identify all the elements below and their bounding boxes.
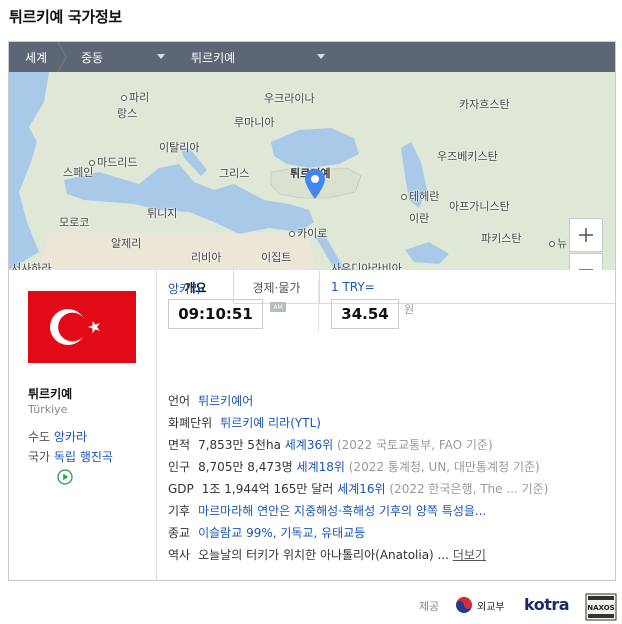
map-pin-icon	[305, 169, 325, 199]
naxos-logo[interactable]: NAXOS	[585, 593, 617, 621]
map-label-iran: 이란	[409, 212, 430, 225]
info-currency-value[interactable]: 튀르키예 리라(YTL)	[220, 416, 321, 430]
info-history-value: 오늘날의 터키가 위치한 아나톨리아(Anatolia) ...	[198, 548, 449, 562]
ampm-badge: AM	[270, 302, 286, 312]
info-area-value: 7,853만 5천ha	[198, 438, 281, 452]
map-label-italy: 이탈리아	[159, 141, 200, 154]
info-climate-label: 기후	[168, 504, 191, 518]
map-label-afghanistan: 아프가니스탄	[449, 200, 510, 213]
map-label-paris: 파리	[121, 89, 149, 105]
zoom-out-button[interactable]	[569, 253, 603, 270]
info-population-source: (2022 통계청, UN, 대만통계청 기준)	[348, 460, 540, 474]
info-gdp-label: GDP	[168, 482, 194, 496]
exchange-rate-value: 34.54	[331, 299, 399, 329]
map-label-tunisia: 튀니지	[147, 207, 178, 220]
exchange-rate-unit: 원	[404, 303, 415, 316]
taegeuk-icon	[456, 597, 472, 613]
map-label-libya: 리비아	[191, 251, 222, 264]
country-summary: 튀르키예 Türkiye 수도 앙카라 국가 독립 행진곡	[9, 270, 157, 580]
kotra-logo[interactable]: kotra	[524, 595, 570, 614]
local-time-city[interactable]: 앙카라	[168, 280, 201, 297]
map-label-saudi: 사우디아라비아	[331, 262, 402, 270]
map-label-greece: 그리스	[219, 167, 250, 180]
local-time: 09:10:51	[168, 299, 263, 329]
breadcrumb-region-label: 중동	[81, 50, 104, 65]
chevron-right-icon	[57, 42, 67, 72]
country-name-en: Türkiye	[28, 403, 68, 416]
info-history: 역사 오늘날의 터키가 위치한 아나톨리아(Anatolia) ... 더보기	[168, 546, 486, 563]
info-population-label: 인구	[168, 460, 191, 474]
turkey-flag-icon	[28, 291, 136, 363]
exchange-rate-label[interactable]: 1 TRY=	[331, 280, 375, 294]
map-label-romania: 루마니아	[234, 116, 275, 129]
info-gdp-rank[interactable]: 세계16위	[337, 482, 385, 496]
info-gdp-value: 1조 1,944억 165만 달러	[201, 482, 334, 496]
map-label-algeria: 알제리	[111, 237, 142, 250]
map-label-madrid: 마드리드	[89, 154, 137, 170]
info-population: 인구 8,705만 8,473명 세계18위 (2022 통계청, UN, 대만통…	[168, 458, 540, 475]
info-currency-label: 화폐단위	[168, 416, 213, 430]
info-area-source: (2022 국토교통부, FAO 기준)	[336, 438, 493, 452]
country-name: 튀르키예	[28, 387, 73, 401]
more-link[interactable]: 더보기	[453, 548, 486, 562]
info-language-value[interactable]: 튀르키예어	[198, 394, 253, 408]
info-religion-value[interactable]: 이슬람교 99%, 기독교, 유태교등	[198, 526, 365, 540]
info-population-rank[interactable]: 세계18위	[297, 460, 345, 474]
play-icon[interactable]	[57, 469, 73, 485]
source-label: 제공	[419, 600, 440, 613]
map-label-france: 랑스	[117, 107, 138, 120]
info-area-rank[interactable]: 세계36위	[285, 438, 333, 452]
map-label-westernsahara: 서사하라	[11, 262, 52, 270]
map-label-newdelhi: 뉴	[549, 235, 567, 251]
map-label-pakistan: 파키스탄	[481, 232, 522, 245]
map-label-cairo: 카이로	[289, 225, 327, 241]
info-area: 면적 7,853만 5천ha 세계36위 (2022 국토교통부, FAO 기준)	[168, 436, 493, 453]
map-label-morocco: 모로코	[59, 216, 90, 229]
anthem-label: 국가	[28, 450, 51, 464]
map-label-tehran: 테헤란	[401, 188, 439, 204]
capital-row: 수도 앙카라	[28, 428, 87, 445]
map-label-uzbekistan: 우즈베키스탄	[437, 150, 498, 163]
minus-icon	[579, 269, 593, 270]
breadcrumb-country[interactable]: 튀르키예	[177, 42, 337, 72]
anthem-row: 국가 독립 행진곡	[28, 448, 113, 465]
map-label-spain: 스페인	[63, 166, 94, 179]
info-religion: 종교 이슬람교 99%, 기독교, 유태교등	[168, 524, 365, 541]
info-area-label: 면적	[168, 438, 191, 452]
page-title: 튀르키예 국가정보	[9, 8, 122, 26]
info-language: 언어 튀르키예어	[168, 392, 253, 409]
info-population-value: 8,705만 8,473명	[198, 460, 293, 474]
info-gdp-source[interactable]: (2022 한국은행, The ...	[389, 482, 517, 496]
zoom-in-button[interactable]	[569, 218, 603, 252]
breadcrumb-world[interactable]: 세계	[9, 42, 67, 72]
info-currency: 화폐단위 튀르키예 리라(YTL)	[168, 414, 321, 431]
breadcrumb-world-label: 세계	[25, 50, 48, 65]
info-gdp: GDP 1조 1,944억 165만 달러 세계16위 (2022 한국은행, T…	[168, 480, 548, 497]
chevron-down-icon	[317, 54, 325, 59]
map-label-ukraine: 우크라이나	[264, 92, 315, 105]
map-label-egypt: 이집트	[261, 251, 292, 264]
capital-label: 수도	[28, 430, 51, 444]
info-religion-label: 종교	[168, 526, 191, 540]
info-language-label: 언어	[168, 394, 191, 408]
country-map[interactable]: 우크라이나 카자흐스탄 파리 랑스 루마니아 마드리드 스페인 이탈리아 우즈베…	[9, 72, 615, 270]
chevron-down-icon	[157, 54, 165, 59]
info-climate-value[interactable]: 마르마라해 연안은 지중해성·흑해성 기후의 양쪽 특성을...	[198, 504, 486, 518]
info-climate: 기후 마르마라해 연안은 지중해성·흑해성 기후의 양쪽 특성을...	[168, 502, 486, 519]
mofa-label: 외교부	[477, 601, 505, 613]
mofa-logo[interactable]: 외교부	[455, 596, 505, 614]
map-label-kazakhstan: 카자흐스탄	[459, 98, 510, 111]
info-gdp-source-end: 기준)	[521, 482, 549, 496]
plus-icon	[579, 228, 593, 242]
naxos-text: NAXOS	[587, 604, 614, 612]
breadcrumb: 세계 중동 튀르키예	[9, 42, 615, 72]
breadcrumb-country-label: 튀르키예	[191, 50, 236, 65]
info-history-label: 역사	[168, 548, 191, 562]
capital-link[interactable]: 앙카라	[54, 430, 87, 444]
breadcrumb-region[interactable]: 중동	[67, 42, 177, 72]
country-info-card: 세계 중동 튀르키예 우크라이나 카자흐스탄 파리 랑스 루마니아 마드리드 스…	[8, 41, 616, 581]
anthem-link[interactable]: 독립 행진곡	[54, 450, 113, 464]
divider	[318, 280, 319, 332]
